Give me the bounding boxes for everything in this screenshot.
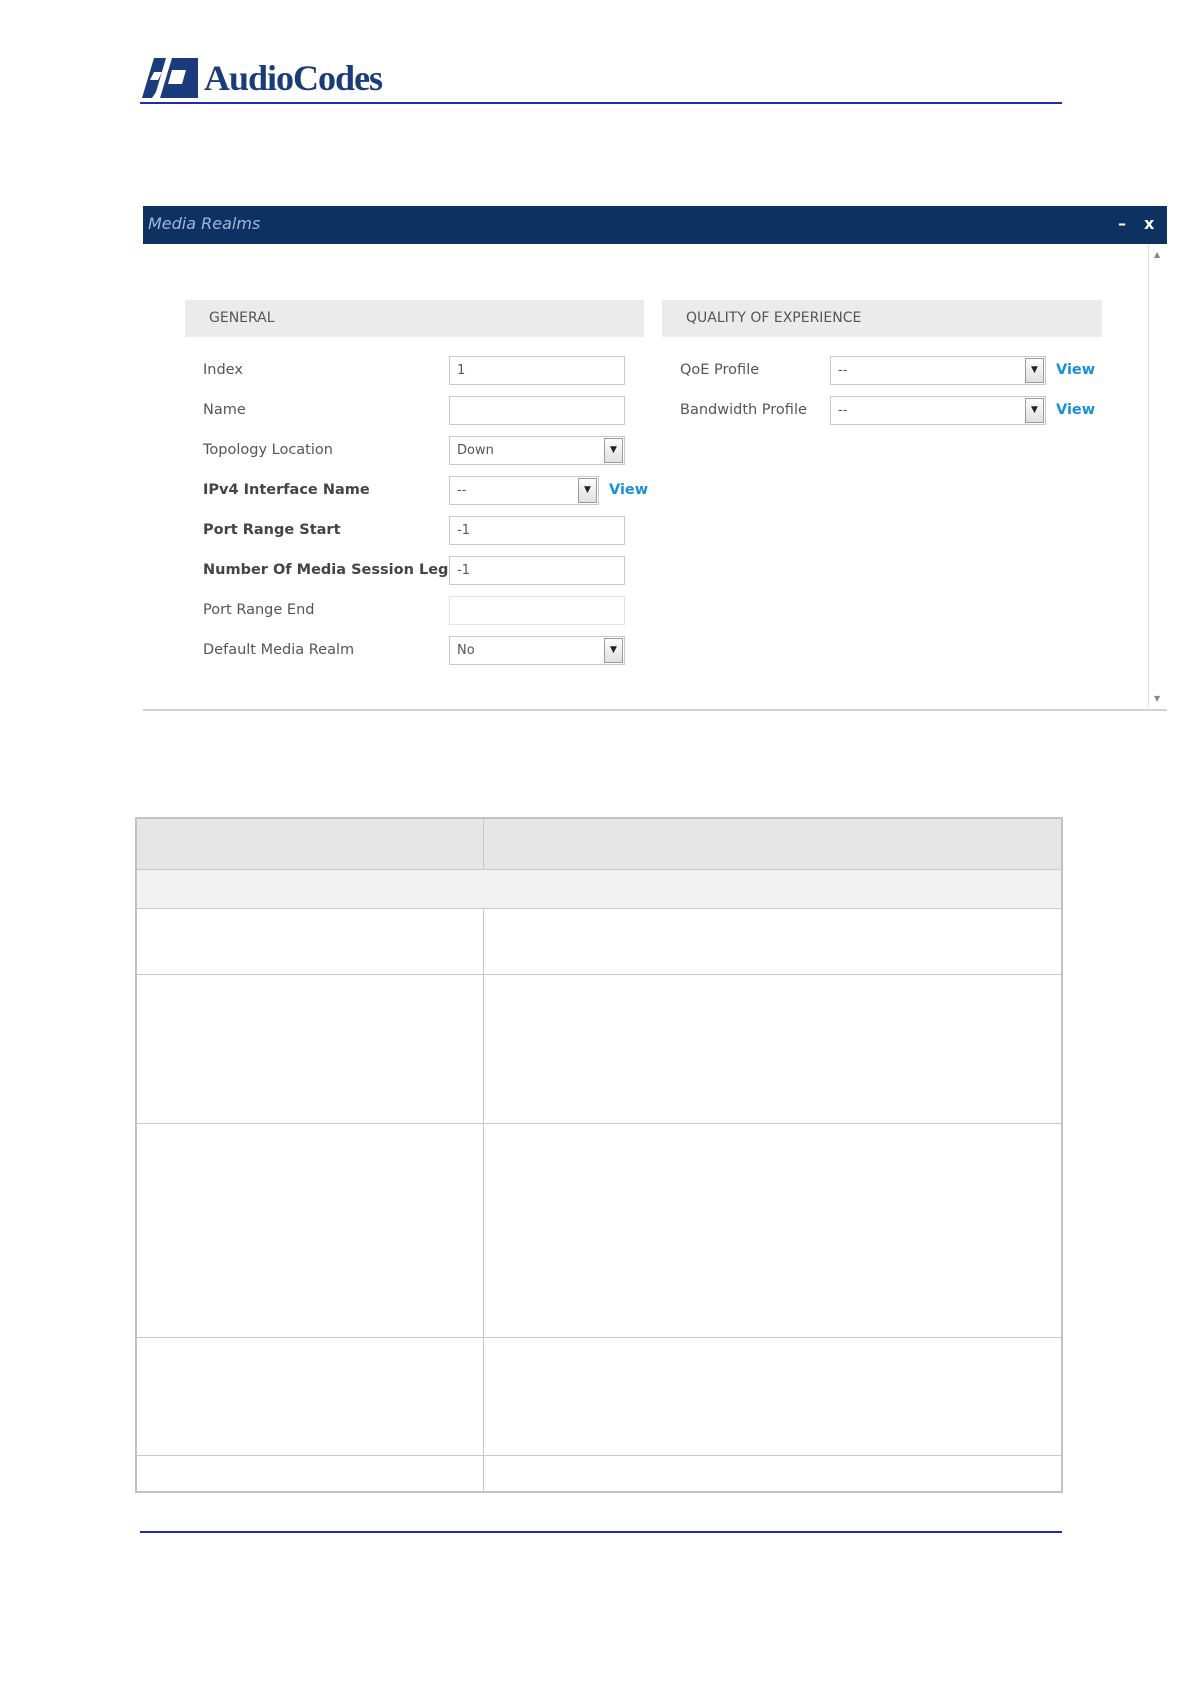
table-section-row [137,870,1061,908]
ipv4-interface-name-value: -- [457,483,467,498]
scroll-up-icon[interactable]: ▲ [1154,250,1160,259]
index-label: Index [203,362,243,378]
topology-location-select[interactable]: Down ▼ [449,436,625,465]
index-input[interactable]: 1 [449,356,625,385]
media-session-legs-label: Number Of Media Session Legs [203,562,458,578]
section-qoe-header: QUALITY OF EXPERIENCE [662,300,1102,337]
bandwidth-profile-label: Bandwidth Profile [680,402,807,418]
ipv4-interface-view-link[interactable]: View [609,482,648,498]
port-range-start-label: Port Range Start [203,522,341,538]
ipv4-interface-name-select[interactable]: -- ▼ [449,476,599,505]
port-range-end-label: Port Range End [203,602,315,618]
dialog-title: Media Realms [148,214,261,233]
chevron-down-icon[interactable]: ▼ [578,478,597,503]
media-session-legs-input[interactable]: -1 [449,556,625,585]
name-input[interactable] [449,396,625,425]
name-label: Name [203,402,246,418]
dialog-titlebar[interactable]: Media Realms – x [143,206,1167,244]
chevron-down-icon[interactable]: ▼ [1025,398,1044,423]
ipv4-interface-name-label: IPv4 Interface Name [203,482,370,498]
port-range-start-input[interactable]: -1 [449,516,625,545]
audiocodes-logo-mark-icon [142,58,198,98]
dialog-scrollbar[interactable]: ▲ ▼ [1148,244,1168,707]
footer-rule [140,1531,1062,1533]
port-range-end-input[interactable] [449,596,625,625]
default-media-realm-select[interactable]: No ▼ [449,636,625,665]
qoe-profile-label: QoE Profile [680,362,760,378]
minimize-button[interactable]: – [1118,214,1126,233]
chevron-down-icon[interactable]: ▼ [1025,358,1044,383]
body-column-divider [483,908,484,1491]
media-realms-dialog: Media Realms – x ▲ ▼ GENERAL QUALITY OF … [143,206,1168,711]
parameter-table [135,817,1063,1493]
header-column-divider [483,819,484,869]
logo-text: AudioCodes [204,58,383,98]
qoe-profile-select[interactable]: -- ▼ [830,356,1046,385]
topology-location-label: Topology Location [203,442,333,458]
scroll-down-icon[interactable]: ▼ [1154,694,1160,703]
table-row-divider [137,908,1061,909]
qoe-profile-value: -- [838,363,848,378]
chevron-down-icon[interactable]: ▼ [604,638,623,663]
bandwidth-profile-view-link[interactable]: View [1056,402,1095,418]
table-row-divider [137,1123,1061,1124]
chevron-down-icon[interactable]: ▼ [604,438,623,463]
header-rule [140,102,1062,104]
table-row-divider [137,869,1061,870]
bandwidth-profile-value: -- [838,403,848,418]
table-row-divider [137,1455,1061,1456]
bandwidth-profile-select[interactable]: -- ▼ [830,396,1046,425]
qoe-profile-view-link[interactable]: View [1056,362,1095,378]
section-general-header: GENERAL [185,300,644,337]
default-media-realm-label: Default Media Realm [203,642,355,658]
table-row-divider [137,974,1061,975]
table-row-divider [137,1337,1061,1338]
audiocodes-logo: AudioCodes [142,56,383,100]
default-media-realm-value: No [457,643,475,658]
close-button[interactable]: x [1144,214,1154,233]
table-header-row [137,819,1061,869]
topology-location-value: Down [457,443,494,458]
